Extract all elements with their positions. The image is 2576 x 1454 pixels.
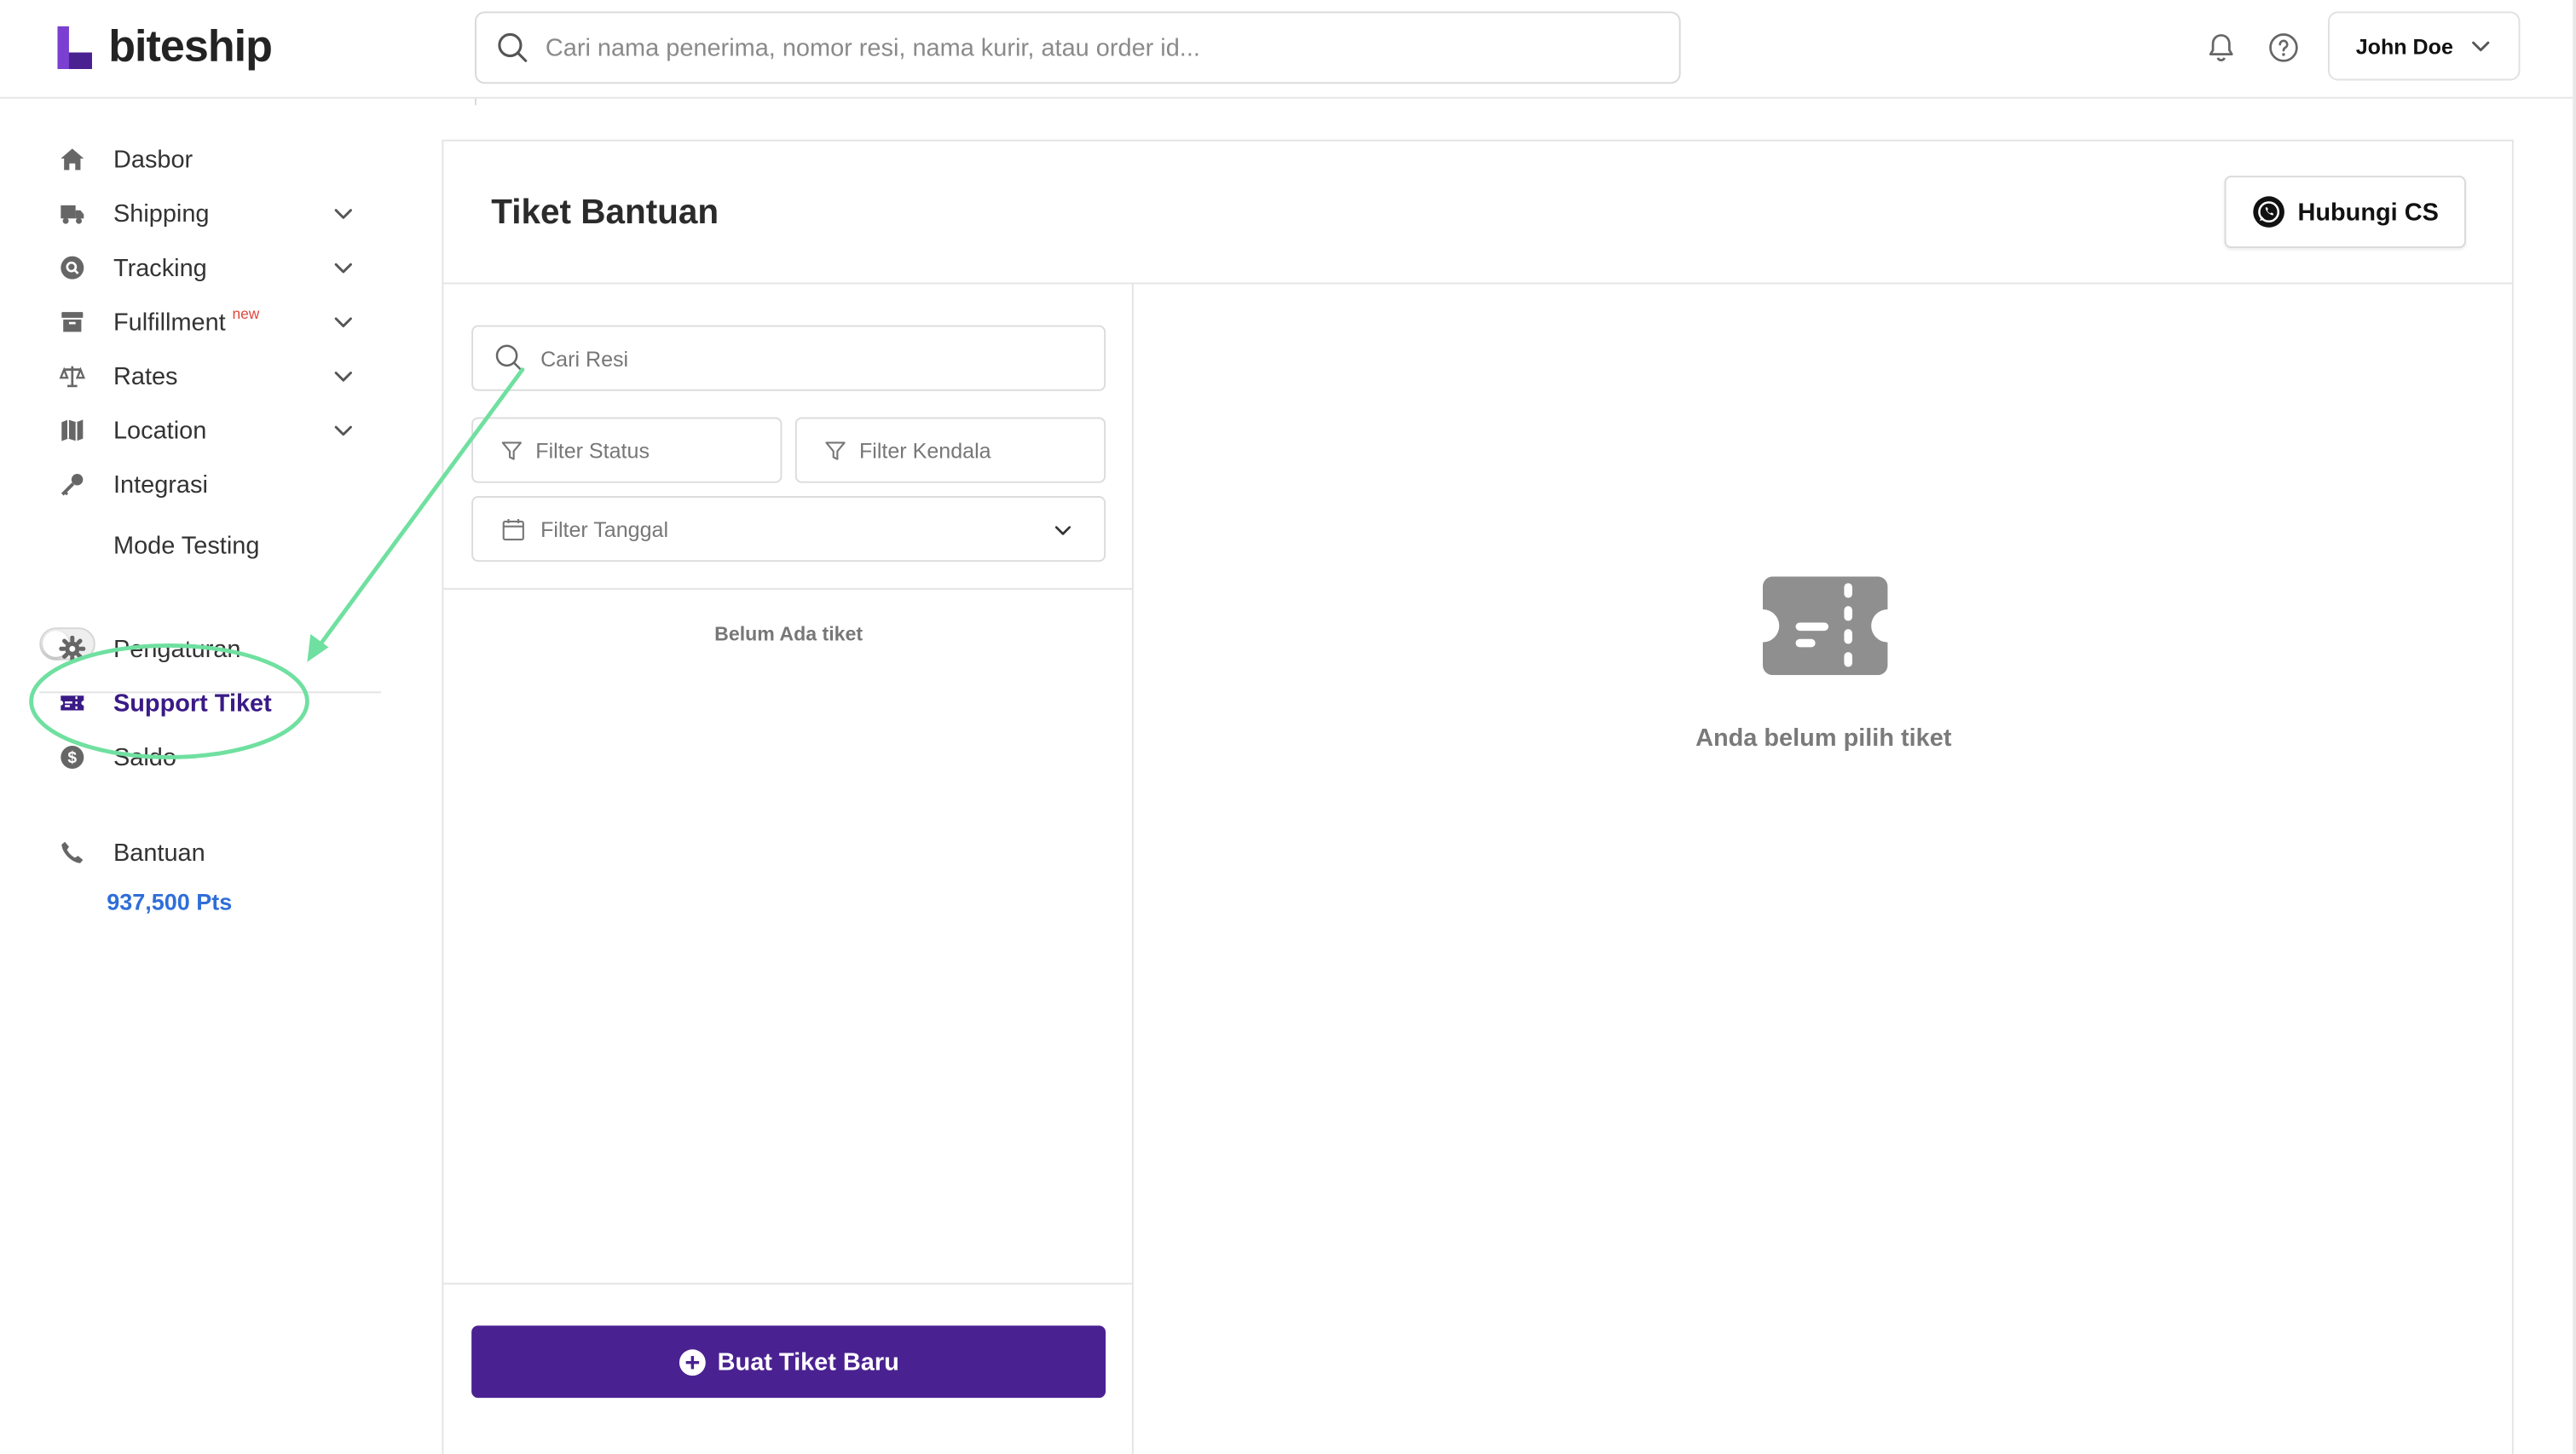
sidebar-item-label: Fulfillment new [113, 304, 260, 337]
chevron-down-icon [1054, 526, 1071, 535]
chevron-down-icon [334, 425, 352, 436]
buat-tiket-baru-label: Buat Tiket Baru [717, 1347, 899, 1376]
ticket-panel: Tiket Bantuan Hubungi CS Cari Resi Filte… [442, 139, 2514, 1454]
chevron-down-icon [334, 209, 352, 219]
global-search-input[interactable] [545, 33, 1614, 62]
panel-header: Tiket Bantuan Hubungi CS [443, 141, 2512, 285]
top-bar: biteship John Doe [0, 0, 2576, 99]
sidebar-item-label: Support Tiket [113, 689, 272, 718]
filter-icon [501, 441, 523, 459]
sidebar-item-label: Mode Testing [113, 531, 260, 560]
sidebar-item-label: Rates [113, 361, 178, 390]
filter-tanggal-label: Filter Tanggal [540, 516, 669, 542]
global-search[interactable] [474, 11, 1681, 84]
help-circle-icon [2269, 33, 2298, 62]
key-icon [59, 471, 85, 498]
footer-divider [443, 1283, 1132, 1285]
empty-list-message: Belum Ada tiket [714, 622, 863, 646]
chevron-down-icon [334, 372, 352, 382]
chevron-down-icon [334, 263, 352, 274]
sidebar-item-saldo[interactable]: $ Saldo [39, 733, 367, 782]
sidebar-item-location[interactable]: Location [39, 406, 367, 455]
ticket-detail-pane: Anda belum pilih tiket [1134, 284, 2514, 1454]
phone-icon [59, 840, 85, 866]
sidebar: Dasbor Shipping Tracking Fulfillment new [0, 99, 411, 1454]
cari-resi-field[interactable]: Cari Resi [471, 325, 1106, 391]
new-badge: new [232, 304, 260, 321]
svg-text:$: $ [67, 749, 77, 767]
sidebar-item-mode-testing[interactable]: Mode Testing [39, 521, 367, 570]
cari-resi-placeholder: Cari Resi [540, 345, 629, 371]
hubungi-cs-label: Hubungi CS [2297, 198, 2439, 227]
scale-icon [59, 363, 86, 389]
empty-detail-message: Anda belum pilih tiket [1695, 724, 1952, 753]
search-circle-icon [59, 255, 85, 281]
sidebar-item-label: Saldo [113, 743, 176, 771]
sidebar-item-dasbor[interactable]: Dasbor [39, 135, 367, 184]
sidebar-item-label: Integrasi [113, 470, 208, 499]
brand-name: biteship [108, 21, 273, 71]
sidebar-item-label: Shipping [113, 199, 210, 228]
whatsapp-icon [2252, 196, 2284, 228]
search-icon [498, 32, 528, 62]
bell-icon [2209, 34, 2233, 61]
sidebar-item-integrasi[interactable]: Integrasi [39, 460, 367, 510]
sidebar-item-bantuan[interactable]: Bantuan [39, 828, 367, 877]
sidebar-item-label: Dasbor [113, 145, 193, 174]
truck-icon [59, 200, 85, 227]
sidebar-item-rates[interactable]: Rates [39, 351, 367, 401]
map-icon [59, 418, 85, 444]
chevron-down-icon [2472, 41, 2490, 52]
help-button[interactable] [2264, 28, 2303, 67]
user-menu-button[interactable]: John Doe [2327, 11, 2521, 81]
hubungi-cs-button[interactable]: Hubungi CS [2224, 176, 2466, 249]
archive-box-icon [59, 309, 85, 335]
dollar-circle-icon: $ [59, 744, 85, 770]
filter-status-field[interactable]: Filter Status [471, 417, 783, 483]
saldo-value: 937,500 Pts [107, 888, 233, 915]
filter-icon [825, 441, 846, 459]
user-name: John Doe [2355, 33, 2453, 59]
search-icon [495, 344, 523, 372]
app-root: biteship John Doe [0, 0, 2576, 1454]
sidebar-item-label: Tracking [113, 253, 207, 282]
buat-tiket-baru-button[interactable]: Buat Tiket Baru [471, 1325, 1106, 1399]
filter-kendala-label: Filter Kendala [858, 437, 991, 463]
ticket-icon [59, 689, 85, 716]
home-icon [59, 147, 85, 173]
page-title: Tiket Bantuan [491, 193, 719, 232]
gear-icon [59, 635, 86, 662]
window-edge [2573, 0, 2576, 1454]
chevron-down-icon [334, 317, 352, 328]
sidebar-item-label: Location [113, 416, 207, 445]
notifications-button[interactable] [2202, 28, 2241, 67]
sidebar-item-label: Bantuan [113, 838, 205, 867]
sidebar-item-tracking[interactable]: Tracking [39, 243, 367, 292]
calendar-icon [502, 518, 524, 540]
sidebar-item-support-tiket[interactable]: Support Tiket [39, 678, 367, 728]
sidebar-item-shipping[interactable]: Shipping [39, 189, 367, 239]
filters-divider [443, 587, 1132, 590]
filter-status-label: Filter Status [535, 437, 650, 463]
logo-icon [57, 25, 92, 68]
ticket-icon [1762, 576, 1888, 676]
ticket-list-pane: Cari Resi Filter Status Filter Kendala F… [443, 284, 1134, 1454]
filter-tanggal-select[interactable]: Filter Tanggal [471, 496, 1106, 563]
content-tick [474, 98, 477, 106]
sidebar-item-pengaturan[interactable]: Pengaturan [39, 624, 367, 673]
brand-logo[interactable]: biteship [55, 21, 273, 72]
sidebar-item-label: Pengaturan [113, 634, 241, 663]
filter-kendala-field[interactable]: Filter Kendala [794, 417, 1106, 483]
fulfillment-label: Fulfillment [113, 308, 226, 337]
sidebar-item-fulfillment[interactable]: Fulfillment new [39, 297, 367, 347]
plus-circle-icon [679, 1348, 706, 1376]
